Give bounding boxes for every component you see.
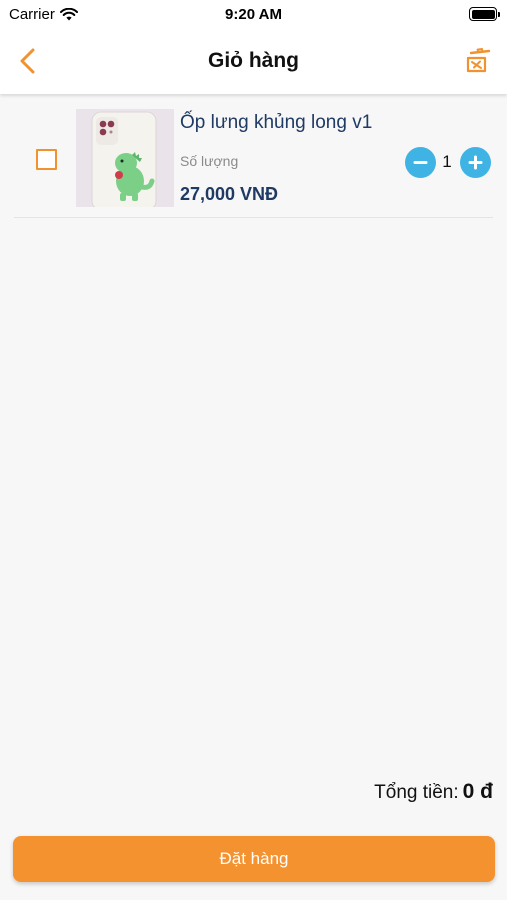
navigation-bar: Giỏ hàng bbox=[0, 30, 507, 94]
product-name: Ốp lưng khủng long v1 bbox=[180, 112, 373, 133]
total-label: Tổng tiền: bbox=[374, 782, 459, 803]
page-title: Giỏ hàng bbox=[208, 49, 299, 72]
product-image[interactable] bbox=[76, 109, 174, 207]
status-bar: Carrier 9:20 AM bbox=[0, 0, 507, 30]
total-amount: 0 đ bbox=[462, 780, 493, 803]
minus-icon bbox=[413, 161, 428, 164]
quantity-value: 1 bbox=[442, 152, 452, 171]
dinosaur-phone-case-image bbox=[76, 109, 174, 207]
cart-item: Ốp lưng khủng long v1 Số lượng 27,000 VN… bbox=[14, 100, 493, 218]
status-time: 9:20 AM bbox=[225, 6, 282, 23]
trash-icon bbox=[466, 48, 491, 73]
increase-quantity-button[interactable] bbox=[460, 147, 491, 178]
decrease-quantity-button[interactable] bbox=[405, 147, 436, 178]
place-order-button[interactable]: Đặt hàng bbox=[13, 836, 495, 882]
plus-icon bbox=[468, 155, 483, 170]
delete-button[interactable] bbox=[463, 47, 493, 77]
product-price: 27,000 VNĐ bbox=[180, 184, 279, 204]
quantity-label: Số lượng bbox=[180, 153, 239, 169]
battery-icon bbox=[469, 7, 500, 21]
total-summary: Tổng tiền: 0 đ bbox=[374, 780, 493, 804]
item-checkbox[interactable] bbox=[36, 149, 57, 170]
